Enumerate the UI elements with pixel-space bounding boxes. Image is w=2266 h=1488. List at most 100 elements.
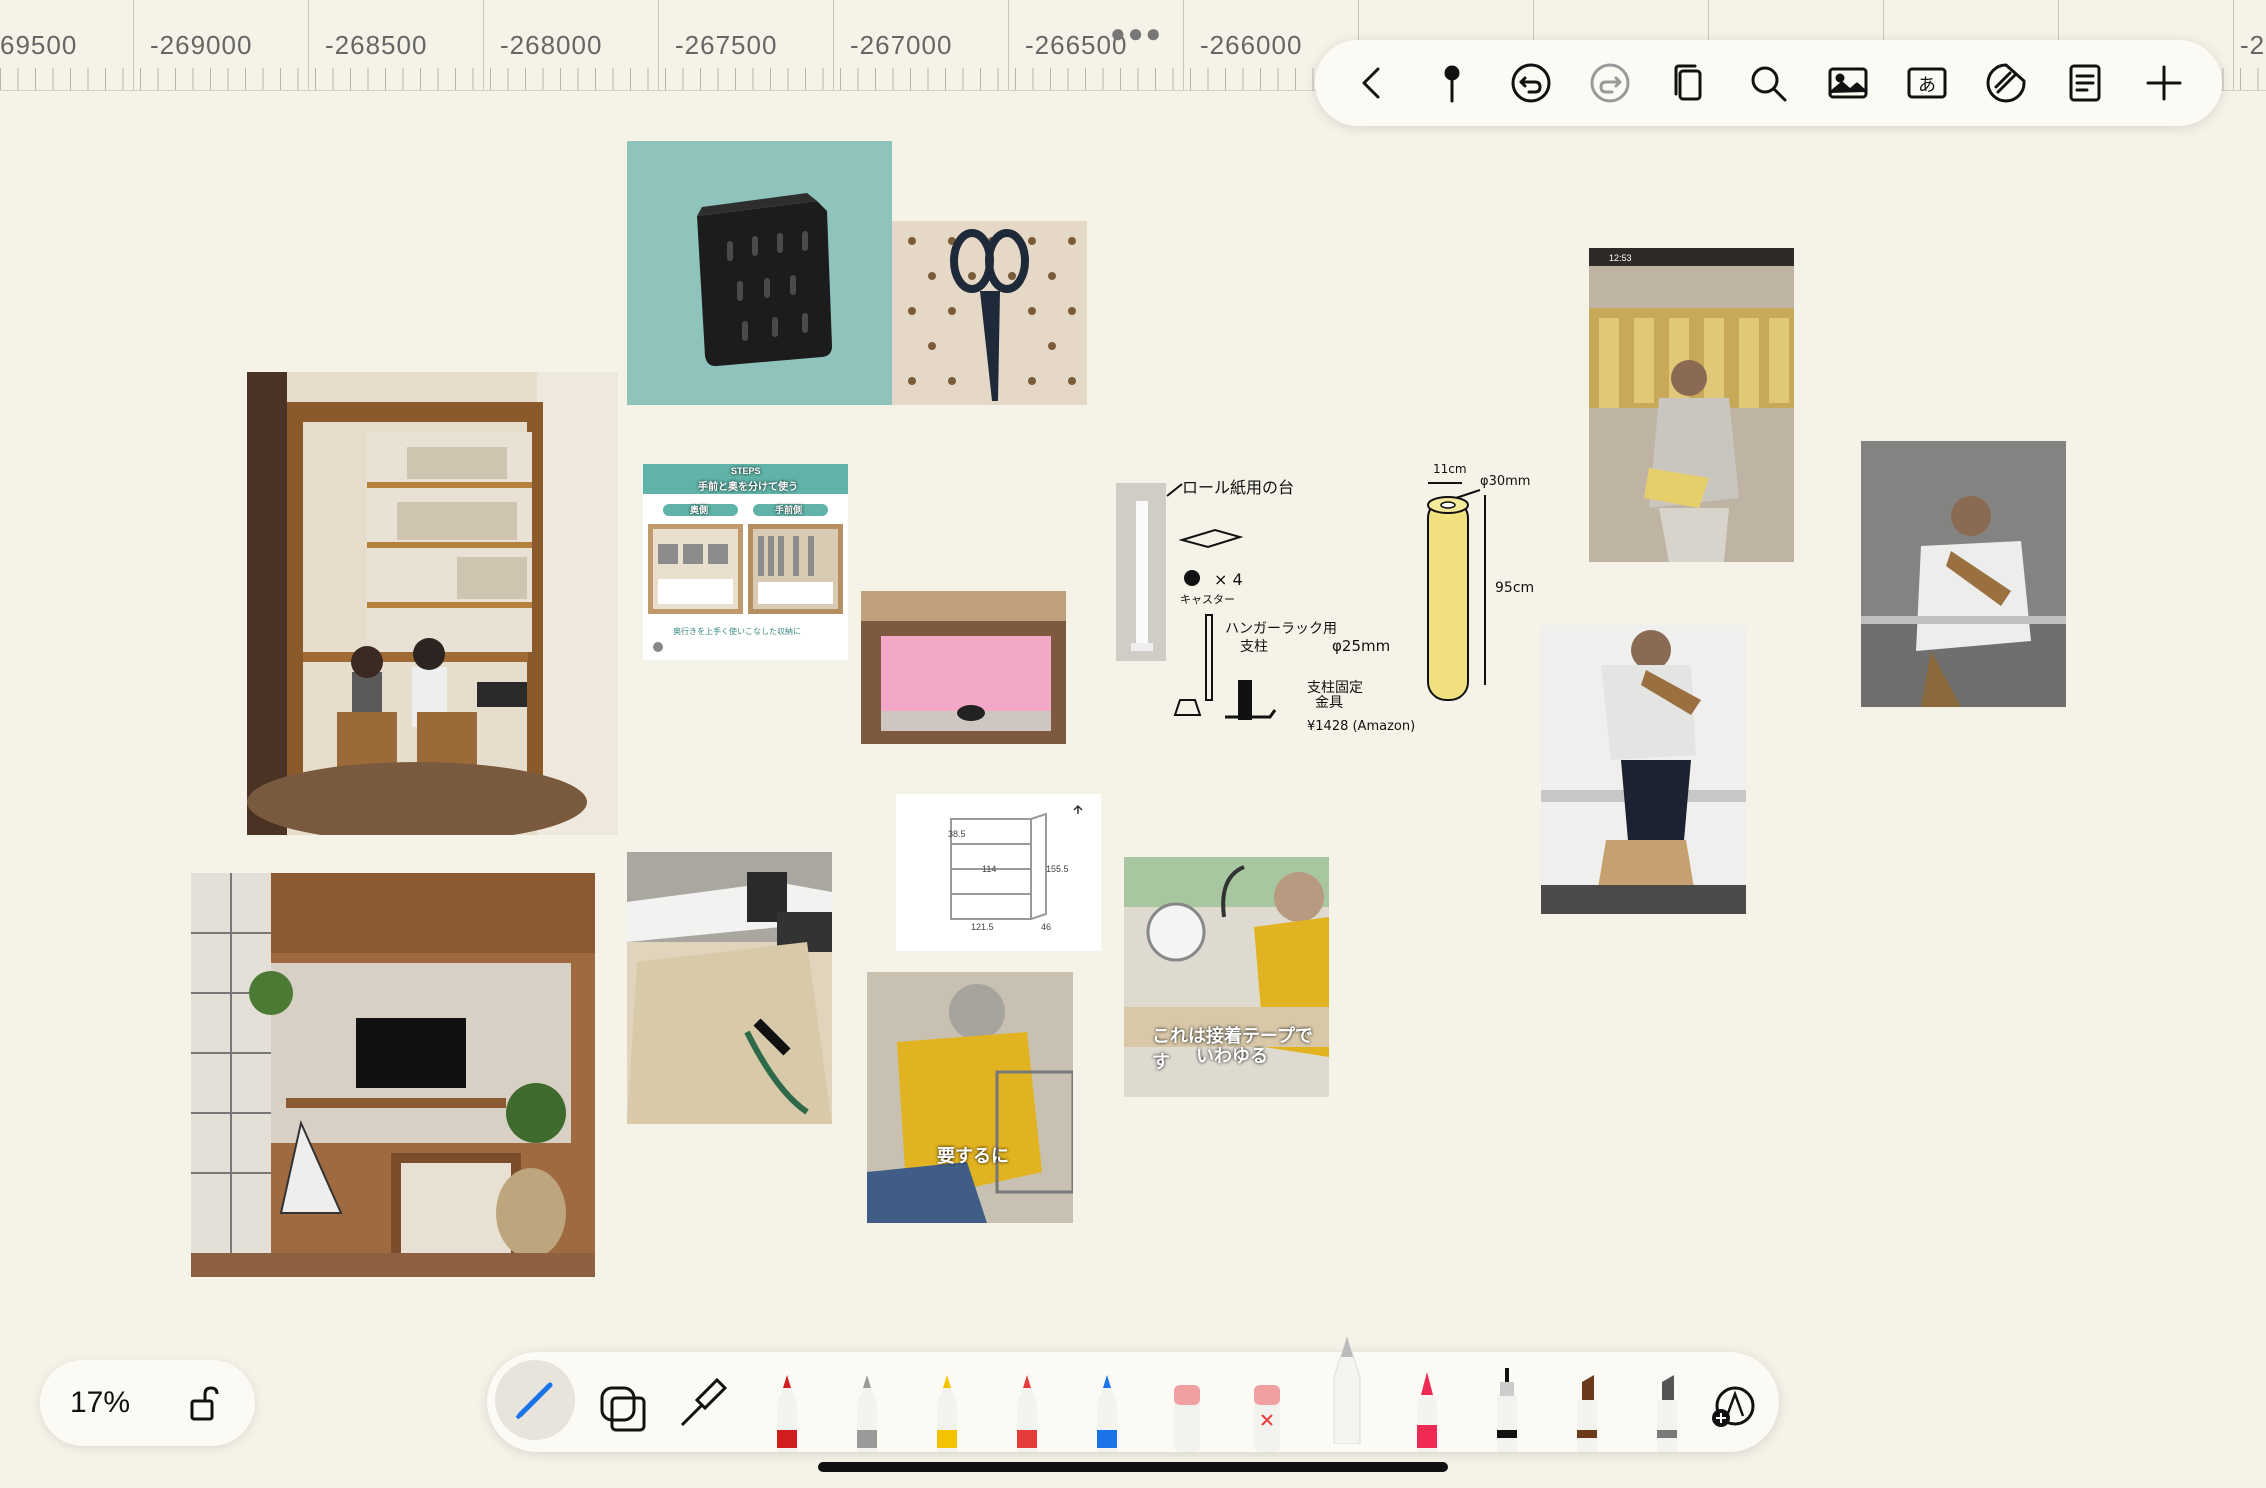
sketch-label-pole: 支柱 bbox=[1240, 639, 1268, 655]
pencil-yellow-tool[interactable] bbox=[912, 1360, 982, 1452]
add-tool-icon bbox=[1712, 1386, 1755, 1427]
marker-brown-tool[interactable] bbox=[1552, 1360, 1622, 1452]
back-button[interactable] bbox=[1345, 55, 1401, 111]
eraser-x-tool[interactable] bbox=[1232, 1360, 1302, 1452]
redo-icon bbox=[1590, 63, 1630, 103]
ruler-major-tick bbox=[483, 0, 484, 90]
steps-header-text: STEPS bbox=[731, 466, 761, 476]
pages-button[interactable] bbox=[1661, 55, 1717, 111]
eraser-x-icon bbox=[1254, 1385, 1280, 1452]
pencil-icon bbox=[937, 1375, 957, 1452]
sketch-label-width: 11cm bbox=[1433, 462, 1467, 476]
sketch-label-diameter-pole: φ25mm bbox=[1332, 637, 1390, 655]
photo-content bbox=[247, 372, 618, 835]
photo-man-paper-rolls[interactable]: 12:53 bbox=[1589, 248, 1794, 562]
sketch-label-price: ¥1428 (Amazon) bbox=[1307, 719, 1415, 734]
sticker-icon bbox=[1986, 63, 2026, 103]
search-icon bbox=[1751, 66, 1787, 102]
pencil-icon bbox=[1017, 1375, 1037, 1452]
add-button[interactable] bbox=[2136, 55, 2192, 111]
top-toolbar: あ bbox=[1315, 40, 2222, 126]
photo-kids-desk[interactable] bbox=[247, 372, 618, 835]
undo-button[interactable] bbox=[1503, 55, 1559, 111]
sketch-label-caster: キャスター bbox=[1180, 593, 1235, 606]
photo-content bbox=[697, 193, 832, 367]
caption-tape-2: いわゆる bbox=[1196, 1046, 1268, 1066]
rack-dim-height: 155.5 bbox=[1046, 864, 1069, 874]
steps-caption: 奥行きを上手く使いこなした収納に bbox=[673, 627, 801, 636]
eraser-icon bbox=[1174, 1385, 1200, 1452]
brush-tool[interactable] bbox=[667, 1360, 737, 1452]
marker-icon bbox=[1417, 1372, 1437, 1452]
rack-dim-width: 114 bbox=[982, 864, 997, 874]
photo-pink-box[interactable] bbox=[861, 591, 1066, 744]
pin-icon bbox=[1444, 65, 1460, 103]
photo-metal-rack[interactable]: 38.5 114 155.5 121.5 46 bbox=[896, 794, 1101, 951]
document-icon bbox=[2069, 64, 2101, 102]
sketch-label-height: 95cm bbox=[1495, 580, 1534, 596]
ruler-major-tick bbox=[308, 0, 309, 90]
photo-content bbox=[627, 852, 832, 1124]
photo-man-yellow-jacket[interactable]: 要するに bbox=[867, 972, 1073, 1223]
steps-tab-left-text: 奥側 bbox=[690, 505, 709, 515]
search-button[interactable] bbox=[1740, 55, 1796, 111]
unlock-icon[interactable] bbox=[187, 1384, 225, 1422]
pencil-gray-tool[interactable] bbox=[832, 1360, 902, 1452]
pencil-white-tool[interactable] bbox=[1312, 1332, 1382, 1445]
zoom-level[interactable]: 17% bbox=[70, 1386, 130, 1420]
ruler-label: -268500 bbox=[325, 30, 428, 60]
ruler-major-tick bbox=[833, 0, 834, 90]
ruler-label: -268000 bbox=[500, 30, 603, 60]
marker-icon bbox=[1577, 1375, 1597, 1452]
notes-button[interactable] bbox=[2057, 55, 2113, 111]
photo-man-on-stool[interactable] bbox=[1541, 625, 1746, 914]
phone-time: 12:53 bbox=[1609, 253, 1632, 263]
handwritten-sketch: ロール紙用の台 × 4 キャスター ハンガーラック用 支柱 φ25mm 支柱固定… bbox=[1166, 462, 1534, 734]
fineliner-black-tool[interactable] bbox=[1472, 1360, 1542, 1452]
photo-tv-room[interactable] bbox=[191, 873, 595, 1277]
steps-bullet bbox=[653, 642, 663, 652]
photo-content bbox=[1861, 441, 2066, 707]
sketch-label-times: × 4 bbox=[1214, 570, 1243, 589]
marker-pink-tool[interactable] bbox=[1392, 1360, 1462, 1452]
rack-dim-bottom: 121.5 bbox=[971, 922, 994, 932]
pin-button[interactable] bbox=[1424, 55, 1480, 111]
rack-dim-top: 38.5 bbox=[948, 829, 966, 839]
svg-text:あ: あ bbox=[1918, 75, 1936, 95]
copy-icon bbox=[1674, 64, 1702, 101]
shapes-tool[interactable] bbox=[587, 1360, 657, 1452]
photo-content bbox=[908, 229, 1076, 401]
marker-red-tool[interactable] bbox=[752, 1360, 822, 1452]
photo-scissors-pegboard[interactable] bbox=[892, 221, 1087, 405]
pencil-icon bbox=[1333, 1335, 1361, 1445]
ruler-label: -2 bbox=[2240, 30, 2266, 60]
marker-icon bbox=[777, 1375, 797, 1452]
pencil-red-tool[interactable] bbox=[992, 1360, 1062, 1452]
photo-content: 12:53 bbox=[1589, 248, 1794, 562]
undo-icon bbox=[1511, 63, 1551, 103]
ellipsis-icon[interactable]: ●●● bbox=[1110, 18, 1163, 49]
photo-woman-wall[interactable] bbox=[1861, 441, 2066, 707]
text-button[interactable]: あ bbox=[1899, 55, 1955, 111]
zoom-control: 17% bbox=[40, 1360, 255, 1446]
ruler-major-tick bbox=[1008, 0, 1009, 90]
sticker-button[interactable] bbox=[1978, 55, 2034, 111]
photo-content bbox=[896, 794, 1101, 951]
marker-gray-tool[interactable] bbox=[1632, 1360, 1702, 1452]
redo-button[interactable] bbox=[1582, 55, 1638, 111]
ruler-major-tick bbox=[658, 0, 659, 90]
image-button[interactable] bbox=[1820, 55, 1876, 111]
sketch-label-stand: ロール紙用の台 bbox=[1182, 478, 1294, 497]
photo-content bbox=[191, 873, 595, 1277]
fineliner-icon bbox=[1497, 1368, 1517, 1452]
pencil-blue-tool[interactable] bbox=[1072, 1360, 1142, 1452]
lasso-pen-tool[interactable] bbox=[495, 1360, 575, 1440]
chevron-left-icon bbox=[1362, 67, 1380, 99]
photo-plotter-paper[interactable] bbox=[627, 852, 832, 1124]
eraser-tool[interactable] bbox=[1152, 1360, 1222, 1452]
photo-steps-screenshot[interactable]: STEPS 手前と奥を分けて使う 奥側 手前側 奥行きを上手く使いこなした収納に bbox=[643, 464, 848, 660]
ruler-label: -266000 bbox=[1200, 30, 1303, 60]
photo-pegboard-holder[interactable] bbox=[627, 141, 892, 405]
photo-man-tape[interactable]: これは接着テープです いわゆる bbox=[1124, 857, 1329, 1097]
add-tool-button[interactable] bbox=[1697, 1360, 1767, 1452]
